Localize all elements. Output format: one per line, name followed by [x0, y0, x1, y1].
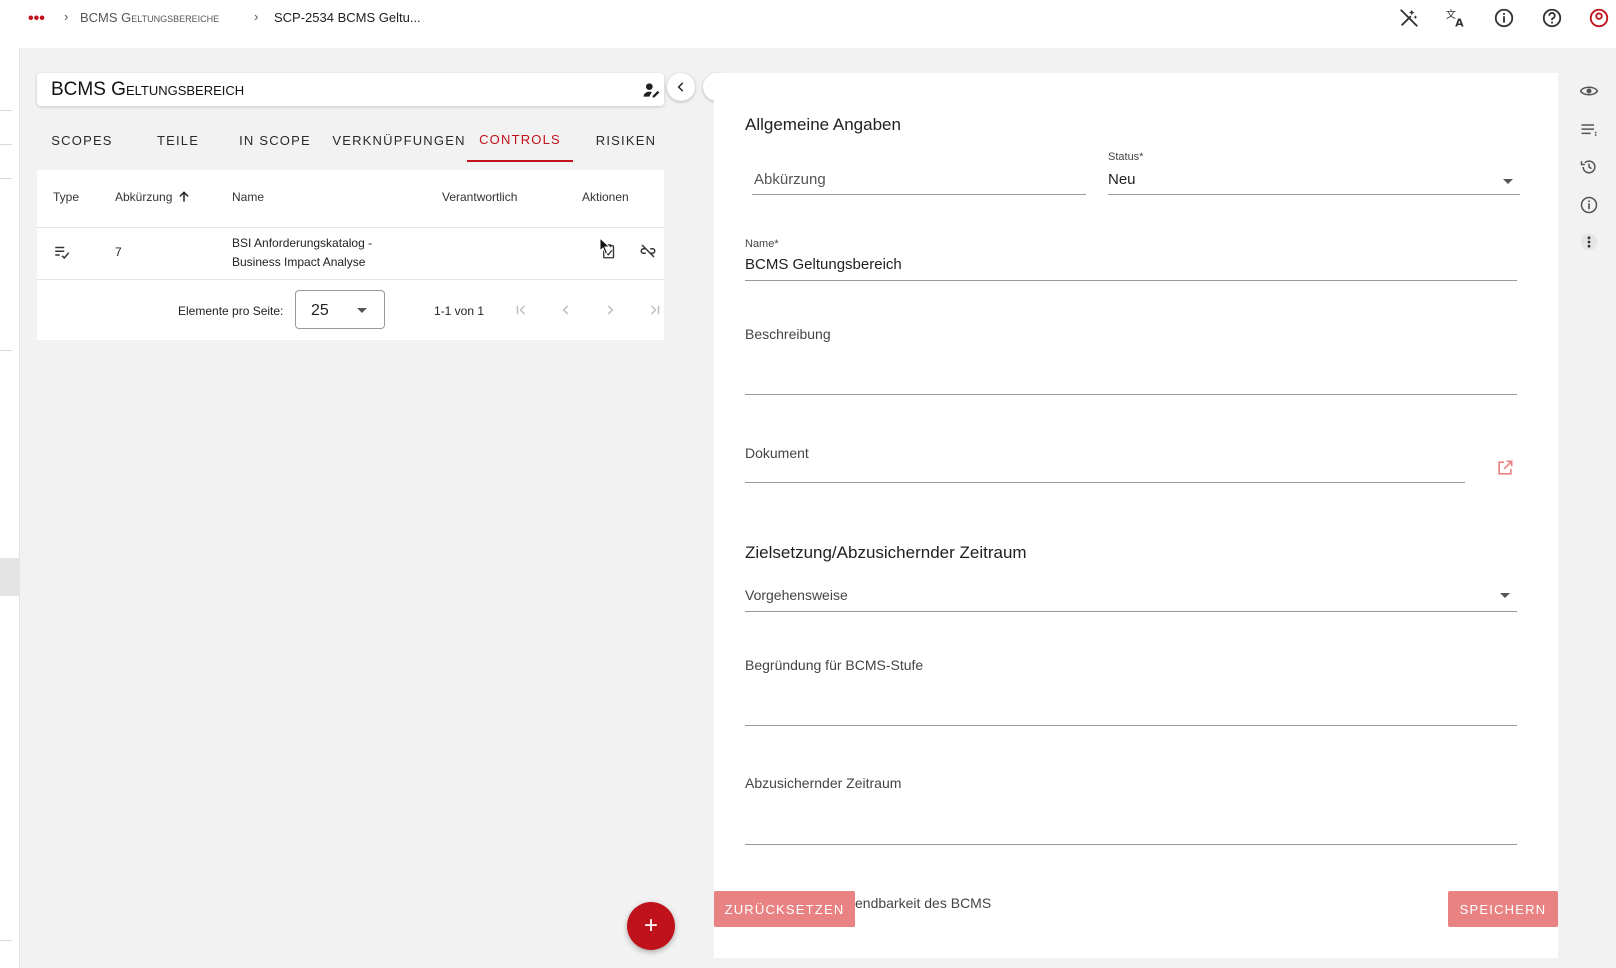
checklist-icon — [53, 243, 71, 266]
section-allgemeine-angaben: Allgemeine Angaben — [745, 115, 901, 134]
controls-table: Type Abkürzung Name Verantwortlich Aktio… — [37, 170, 664, 340]
dokument-label: Dokument — [745, 445, 809, 461]
sort-ascending-icon[interactable] — [177, 190, 191, 209]
abkuerzung-placeholder: Abkürzung — [754, 171, 826, 188]
begruendung-field[interactable] — [745, 676, 1517, 726]
next-page-icon[interactable] — [598, 298, 622, 322]
begruendung-label: Begründung für BCMS-Stufe — [745, 657, 924, 673]
more-vertical-icon[interactable] — [1576, 229, 1602, 255]
svg-text:A: A — [1455, 16, 1464, 29]
status-select[interactable]: Neu — [1108, 165, 1520, 195]
tab-risiken[interactable]: RISIKEN — [577, 118, 675, 162]
open-in-new-icon[interactable] — [1495, 458, 1515, 483]
vorgehensweise-select[interactable]: Vorgehensweise — [745, 573, 1517, 612]
help-icon[interactable] — [1540, 6, 1564, 30]
assign-user-icon[interactable] — [641, 80, 661, 105]
cell-name-line1: BSI Anforderungskatalog - — [232, 236, 373, 250]
page-title: BCMS Geltungsbereich — [51, 79, 245, 100]
column-header-abkuerzung[interactable]: Abkürzung — [115, 190, 172, 204]
header-divider — [37, 227, 664, 228]
chevron-down-icon — [1503, 179, 1513, 184]
cell-abkuerzung: 7 — [115, 245, 122, 259]
dokument-field[interactable] — [745, 463, 1465, 483]
account-icon[interactable] — [1588, 6, 1610, 30]
detail-tabs: SCOPES TEILE IN SCOPE VERKNÜPFUNGEN CONT… — [37, 118, 664, 162]
breadcrumb-current: SCP-2534 BCMS Geltu... — [274, 10, 421, 25]
column-header-verantwortlich[interactable]: Verantwortlich — [442, 190, 517, 204]
name-value: BCMS Geltungsbereich — [745, 256, 902, 273]
zeitraum-field[interactable] — [745, 795, 1517, 845]
column-header-aktionen: Aktionen — [582, 190, 629, 204]
beschreibung-label: Beschreibung — [745, 326, 831, 342]
anwendbarkeit-label-partial: endbarkeit des BCMS — [855, 895, 992, 911]
nav-divider — [0, 110, 12, 111]
nav-divider — [0, 144, 12, 145]
status-value: Neu — [1108, 171, 1136, 188]
name-label: Name* — [745, 238, 779, 250]
section-zielsetzung: Zielsetzung/Abzusichernder Zeitraum — [745, 543, 1027, 562]
info-icon[interactable] — [1576, 192, 1602, 218]
chevron-down-icon — [1500, 593, 1510, 598]
zeitraum-label: Abzusichernder Zeitraum — [745, 775, 902, 791]
tab-controls[interactable]: CONTROLS — [467, 118, 573, 162]
pager-range: 1-1 von 1 — [434, 304, 485, 318]
history-icon[interactable] — [1576, 154, 1602, 180]
per-page-label: Elemente pro Seite: — [178, 304, 284, 318]
object-title-card: BCMS Geltungsbereich — [37, 73, 664, 106]
unlink-icon[interactable] — [639, 242, 657, 265]
object-form: Allgemeine Angaben Abkürzung Status* Neu… — [714, 73, 1558, 958]
top-bar: ••• › BCMS Geltungsbereiche › SCP-2534 B… — [0, 0, 1616, 48]
previous-page-icon[interactable] — [554, 298, 578, 322]
breadcrumb-item-geltungsbereiche[interactable]: BCMS Geltungsbereiche — [80, 10, 219, 25]
nav-item-selected[interactable] — [0, 558, 20, 596]
abkuerzung-field[interactable]: Abkürzung — [752, 163, 1086, 195]
tab-in-scope[interactable]: IN SCOPE — [227, 118, 323, 162]
info-icon[interactable] — [1492, 6, 1516, 30]
column-header-name[interactable]: Name — [232, 190, 264, 204]
list-icon[interactable] — [1576, 117, 1602, 143]
save-button[interactable]: SPEICHERN — [1448, 891, 1558, 927]
status-label: Status* — [1108, 151, 1144, 163]
chevron-left-icon — [677, 82, 684, 92]
tab-verknuepfungen[interactable]: VERKNÜPFUNGEN — [330, 118, 468, 162]
breadcrumb-separator: › — [64, 9, 69, 24]
per-page-value: 25 — [311, 302, 329, 319]
breadcrumb-separator: › — [254, 9, 259, 24]
nav-divider — [0, 940, 12, 941]
cell-name-line2: Business Impact Analyse — [232, 255, 366, 269]
wand-off-icon[interactable] — [1397, 6, 1421, 30]
beschreibung-field[interactable] — [745, 345, 1517, 395]
row-divider — [37, 279, 664, 280]
collapsed-navigation — [0, 48, 20, 968]
column-header-type[interactable]: Type — [53, 190, 79, 204]
menu-dots-icon[interactable]: ••• — [28, 10, 45, 28]
nav-divider — [0, 178, 12, 179]
eye-icon[interactable] — [1576, 78, 1602, 104]
mouse-cursor-icon — [599, 236, 611, 260]
per-page-select[interactable]: 25 — [295, 290, 385, 329]
last-page-icon[interactable] — [643, 298, 667, 322]
add-control-button[interactable]: + — [627, 902, 675, 950]
reset-button[interactable]: ZURÜCKSETZEN — [714, 891, 855, 927]
tab-teile[interactable]: TEILE — [143, 118, 213, 162]
vorgehensweise-label: Vorgehensweise — [745, 587, 848, 603]
chevron-down-icon — [357, 308, 367, 313]
collapse-left-button[interactable] — [667, 73, 695, 101]
translate-icon[interactable]: 文A — [1444, 6, 1468, 30]
tab-scopes[interactable]: SCOPES — [37, 118, 127, 162]
nav-divider — [0, 350, 12, 351]
name-field[interactable]: BCMS Geltungsbereich — [745, 251, 1517, 281]
first-page-icon[interactable] — [509, 298, 533, 322]
